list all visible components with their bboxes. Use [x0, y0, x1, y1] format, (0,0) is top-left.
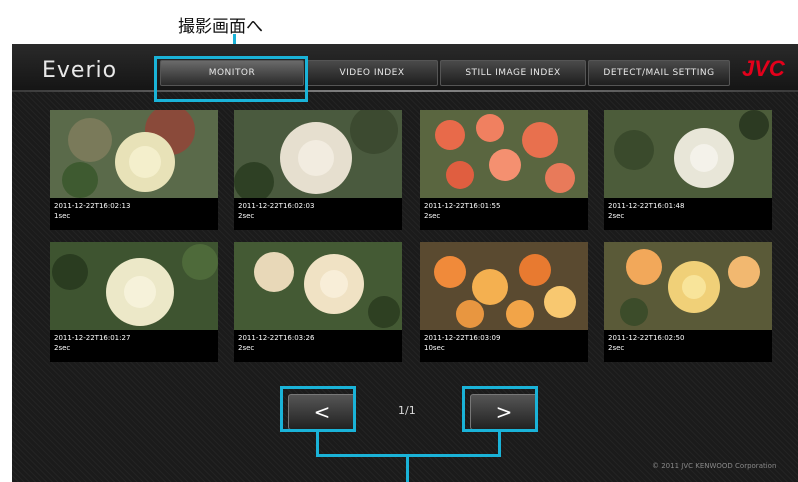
thumbnail-1[interactable]: 2011-12-22T16:02:13 1sec	[50, 110, 218, 230]
thumbnail-duration: 2sec	[608, 344, 625, 352]
thumbnail-date: 2011-12-22T16:02:13	[54, 202, 131, 210]
thumbnail-image	[50, 110, 218, 198]
thumbnail-image	[420, 242, 588, 330]
thumbnail-4[interactable]: 2011-12-22T16:01:48 2sec	[604, 110, 772, 230]
thumbnail-duration: 2sec	[424, 212, 441, 220]
thumbnail-image	[234, 242, 402, 330]
copyright-text: © 2011 JVC KENWOOD Corporation	[652, 462, 777, 470]
thumbnail-date: 2011-12-22T16:01:27	[54, 334, 131, 342]
thumbnail-2[interactable]: 2011-12-22T16:02:03 2sec	[234, 110, 402, 230]
everio-logo: Everio	[42, 58, 118, 83]
jvc-logo: JVC	[742, 56, 785, 81]
page-indicator: 1/1	[398, 404, 416, 417]
callout-connector-bottom-right	[498, 432, 501, 456]
thumbnail-duration: 2sec	[54, 344, 71, 352]
thumbnail-7[interactable]: 2011-12-22T16:03:09 10sec	[420, 242, 588, 362]
thumbnail-image	[234, 110, 402, 198]
thumbnail-date: 2011-12-22T16:03:09	[424, 334, 501, 342]
thumbnail-duration: 2sec	[608, 212, 625, 220]
thumbnail-8[interactable]: 2011-12-22T16:02:50 2sec	[604, 242, 772, 362]
thumbnail-3[interactable]: 2011-12-22T16:01:55 2sec	[420, 110, 588, 230]
thumbnail-image	[420, 110, 588, 198]
tab-video-index[interactable]: VIDEO INDEX	[306, 60, 438, 86]
annotation-top-label: 撮影画面へ	[178, 17, 263, 37]
thumbnail-date: 2011-12-22T16:02:03	[238, 202, 315, 210]
highlight-next-button	[462, 386, 538, 432]
thumbnail-image	[604, 110, 772, 198]
thumbnail-duration: 10sec	[424, 344, 445, 352]
tab-still-image-index[interactable]: STILL IMAGE INDEX	[440, 60, 586, 86]
callout-connector-bottom-left	[316, 432, 319, 456]
thumbnail-image	[50, 242, 218, 330]
header-divider	[12, 90, 798, 92]
tab-detect-mail-setting[interactable]: DETECT/MAIL SETTING	[588, 60, 730, 86]
thumbnail-duration: 2sec	[238, 212, 255, 220]
thumbnail-duration: 2sec	[238, 344, 255, 352]
thumbnail-5[interactable]: 2011-12-22T16:01:27 2sec	[50, 242, 218, 362]
thumbnail-date: 2011-12-22T16:01:48	[608, 202, 685, 210]
everio-screen: Everio MONITOR VIDEO INDEX STILL IMAGE I…	[12, 44, 798, 482]
highlight-monitor-tab	[154, 56, 308, 102]
thumbnail-date: 2011-12-22T16:02:50	[608, 334, 685, 342]
thumbnail-duration: 1sec	[54, 212, 71, 220]
thumbnail-image	[604, 242, 772, 330]
highlight-prev-button	[280, 386, 356, 432]
thumbnail-date: 2011-12-22T16:03:26	[238, 334, 315, 342]
thumbnail-date: 2011-12-22T16:01:55	[424, 202, 501, 210]
thumbnail-6[interactable]: 2011-12-22T16:03:26 2sec	[234, 242, 402, 362]
header-bar: Everio MONITOR VIDEO INDEX STILL IMAGE I…	[12, 44, 798, 90]
callout-connector-bottom-stem	[406, 454, 409, 482]
